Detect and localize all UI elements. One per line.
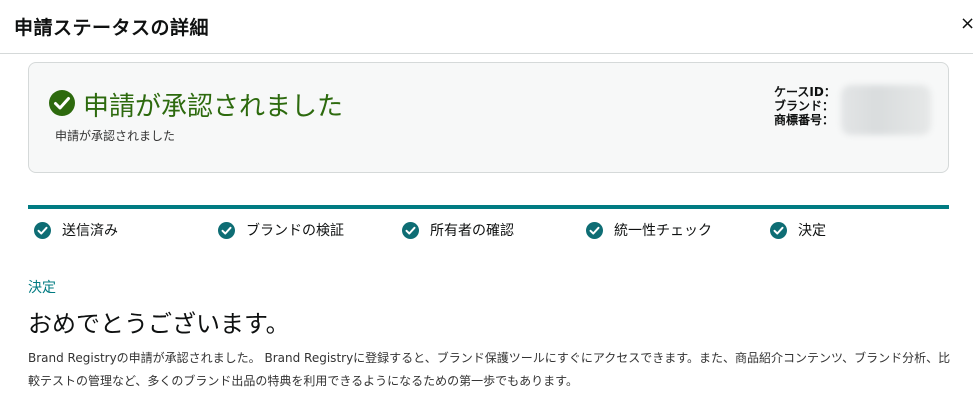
check-circle-icon: [402, 221, 419, 239]
decision-body: Brand Registryの申請が承認されました。 Brand Registr…: [28, 351, 951, 388]
modal-title: 申請ステータスの詳細: [14, 17, 210, 39]
step-label: 決定: [798, 223, 826, 239]
check-circle-icon: [586, 221, 603, 239]
progress-bar: [28, 205, 949, 209]
step-label: ブランドの検証: [246, 223, 344, 239]
close-button[interactable]: ×: [960, 12, 973, 36]
step-consistency-check: 統一性チェック: [586, 218, 712, 242]
step-owner-confirmation: 所有者の確認: [402, 218, 514, 242]
redacted-meta-values: [841, 85, 931, 135]
step-decision: 決定: [770, 218, 826, 242]
check-circle-icon: [218, 221, 235, 239]
check-circle-icon: [49, 90, 75, 116]
step-brand-verification: ブランドの検証: [218, 218, 344, 242]
step-label: 送信済み: [62, 223, 118, 239]
progress-steps: 送信済み ブランドの検証 所有者の確認 統一性チェック 決定: [0, 218, 973, 242]
status-title: 申請が承認されました: [83, 92, 344, 122]
modal-header: 申請ステータスの詳細 ×: [0, 0, 973, 54]
decision-heading: おめでとうございます。: [28, 310, 290, 338]
decision-section-label: 決定: [28, 280, 56, 296]
status-card: 申請が承認されました 申請が承認されました ケースID： ブランド： 商標番号：: [28, 62, 949, 173]
step-label: 統一性チェック: [614, 223, 712, 239]
check-circle-icon: [770, 221, 787, 239]
status-subtitle: 申請が承認されました: [55, 129, 176, 143]
check-circle-icon: [34, 221, 51, 239]
step-submitted: 送信済み: [34, 218, 118, 242]
step-label: 所有者の確認: [430, 223, 514, 239]
